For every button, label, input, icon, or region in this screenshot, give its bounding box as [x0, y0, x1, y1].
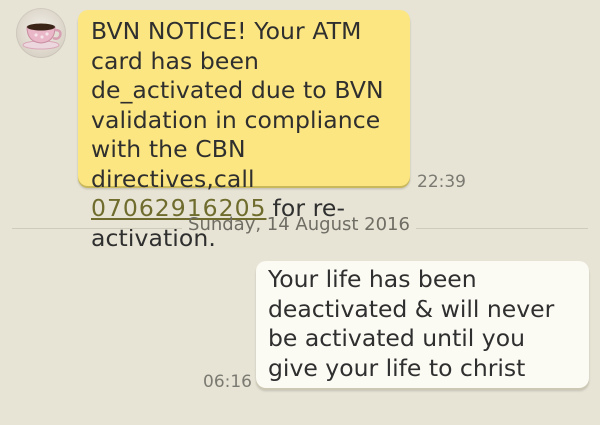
date-divider-line-left	[12, 228, 182, 229]
received-message-bubble[interactable]: BVN NOTICE! Your ATM card has been de_ac…	[78, 10, 410, 252]
sent-message-time: 06:16	[203, 372, 252, 392]
contact-avatar[interactable]	[16, 8, 66, 58]
received-message-time: 22:39	[417, 172, 466, 192]
sent-message-bubble[interactable]: Your life has been deactivated & will ne…	[256, 261, 589, 388]
date-divider-line-right	[416, 228, 588, 229]
sent-message-text: Your life has been deactivated & will ne…	[268, 265, 555, 382]
date-divider-label: Sunday, 14 August 2016	[188, 214, 410, 235]
teacup-avatar-icon	[22, 23, 62, 50]
received-message-body: BVN NOTICE! Your ATM card has been de_ac…	[91, 17, 384, 193]
